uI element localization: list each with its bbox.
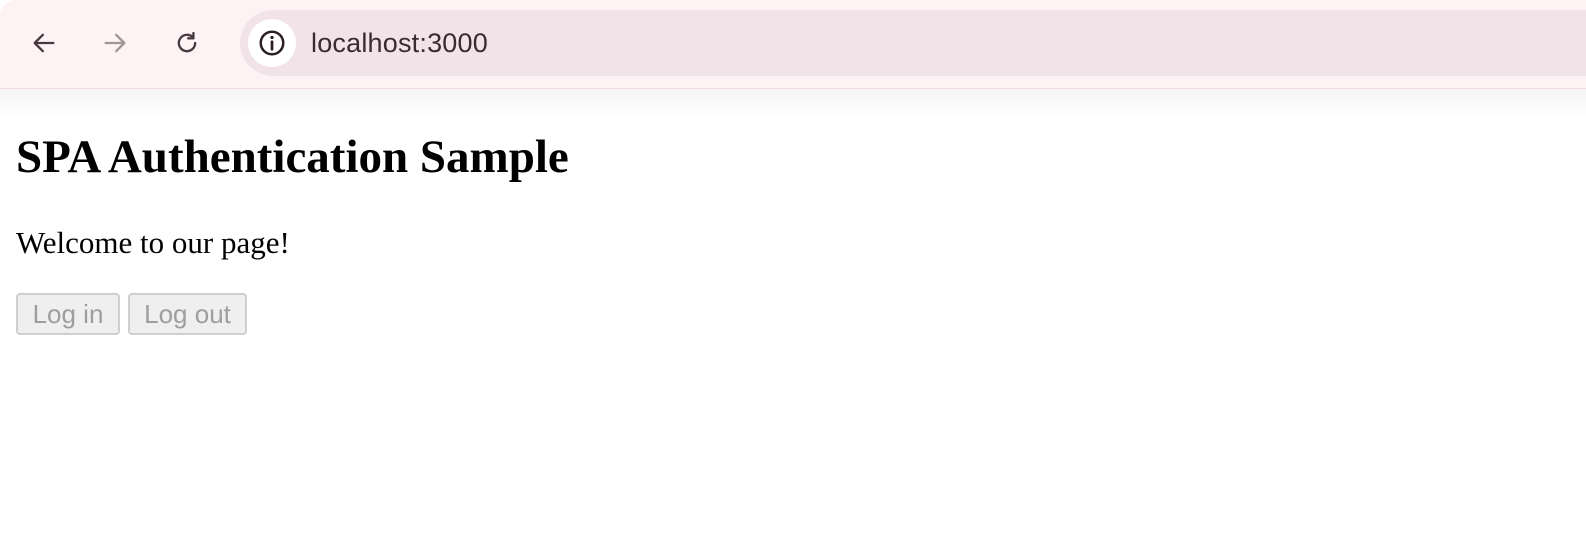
forward-button[interactable]: [92, 20, 138, 66]
address-bar[interactable]: localhost:3000: [240, 10, 1586, 76]
page-title: SPA Authentication Sample: [16, 131, 569, 183]
arrow-left-icon: [33, 33, 55, 53]
reload-icon: [177, 31, 197, 53]
info-icon: [259, 30, 285, 56]
arrow-right-icon: [104, 33, 126, 53]
toolbar-shadow: [0, 89, 1586, 119]
welcome-message: Welcome to our page!: [16, 225, 290, 260]
browser-toolbar: localhost:3000: [0, 0, 1586, 89]
login-button[interactable]: Log in: [16, 293, 120, 335]
site-info-button[interactable]: [248, 19, 296, 67]
logout-button[interactable]: Log out: [128, 293, 247, 335]
url-text[interactable]: localhost:3000: [311, 10, 488, 76]
reload-button[interactable]: [164, 20, 210, 66]
back-button[interactable]: [21, 20, 67, 66]
